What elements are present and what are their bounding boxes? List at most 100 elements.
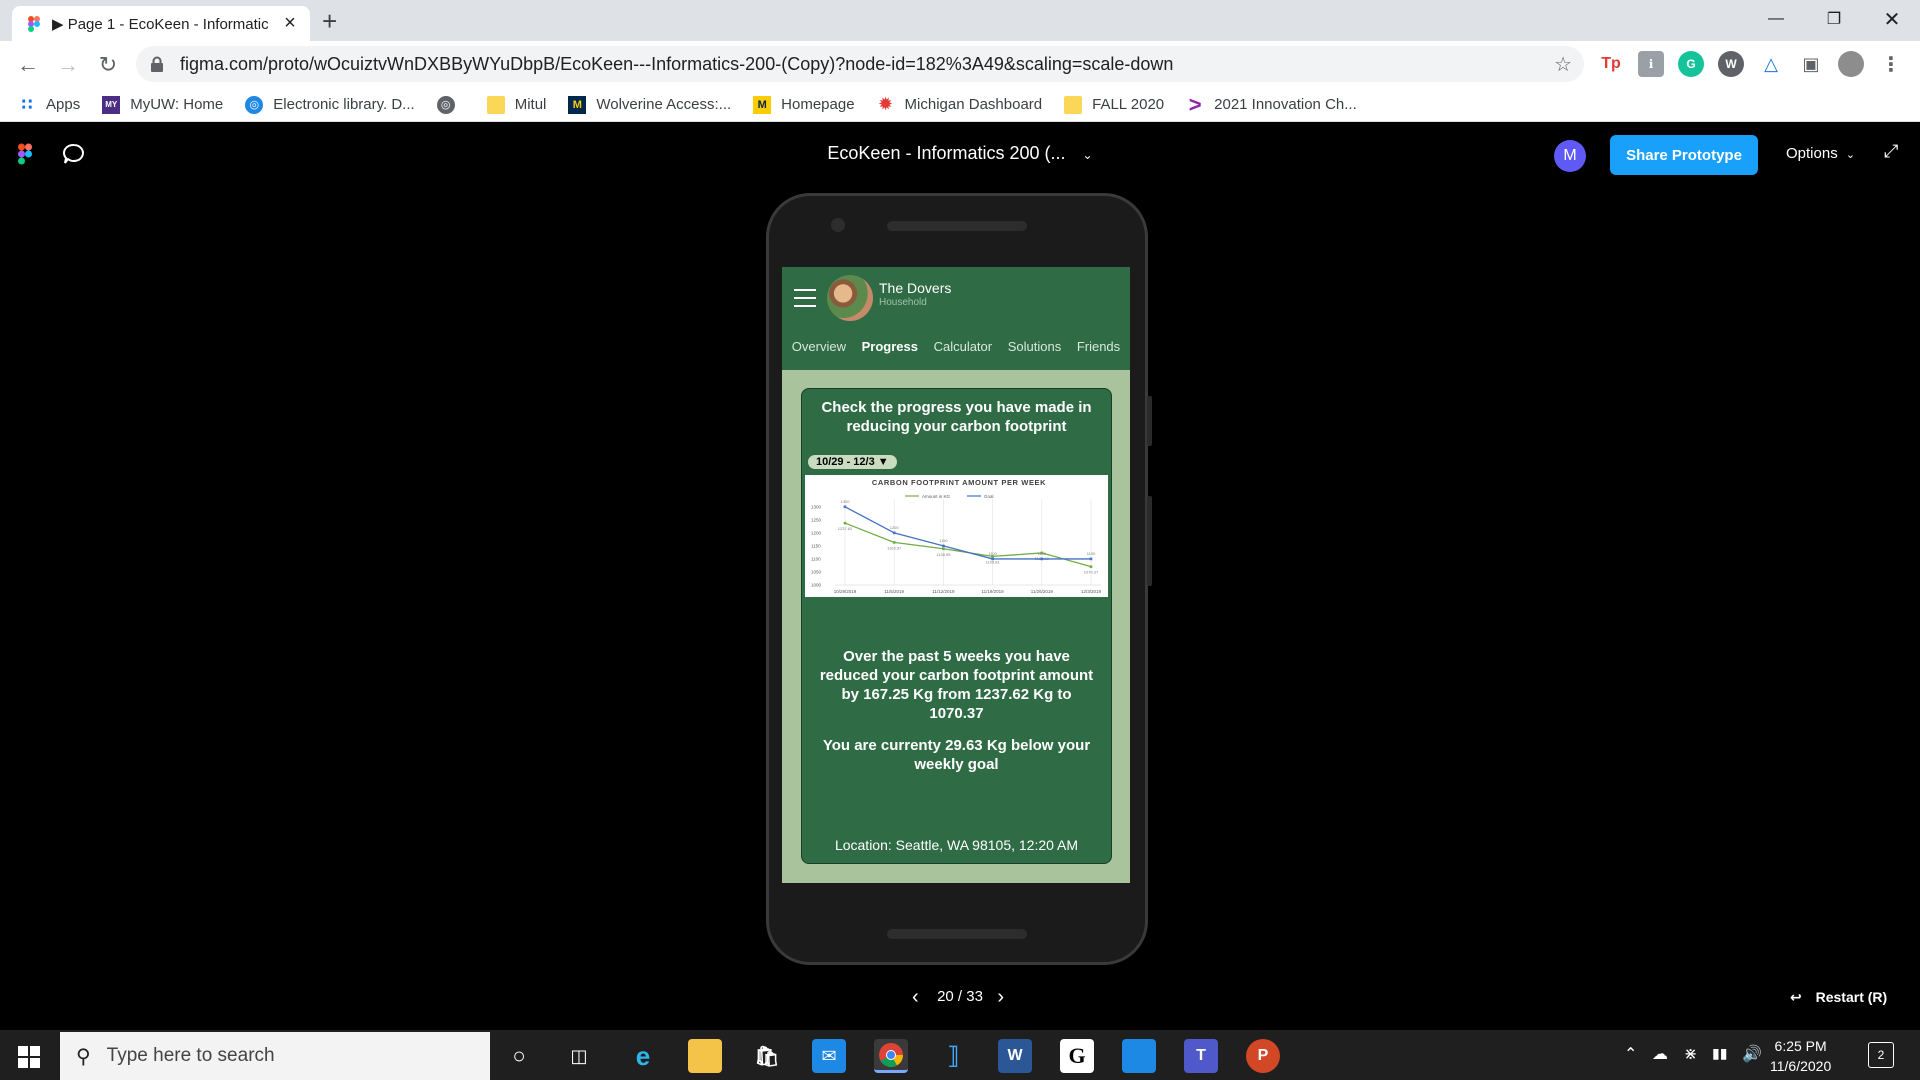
y-tick-label: 1200	[811, 530, 822, 535]
bookmark-mitul[interactable]: Mitul	[486, 95, 546, 114]
carbon-chart-svg: CARBON FOOTPRINT AMOUNT PER WEEK Amount …	[811, 478, 1102, 594]
tab-friends[interactable]: Friends	[1077, 339, 1120, 354]
bookmark-myuw[interactable]: MY MyUW: Home	[102, 95, 223, 114]
options-menu[interactable]: Options ⌄	[1786, 145, 1855, 162]
restore-icon[interactable]: ❐	[1806, 0, 1862, 38]
close-window-icon[interactable]: ✕	[1864, 0, 1920, 38]
wifi-icon[interactable]: ⋇	[1684, 1044, 1697, 1064]
extensions-puzzle-icon[interactable]: ▣	[1798, 51, 1824, 77]
store-icon[interactable]: 🛍	[750, 1039, 784, 1073]
y-tick-label: 1250	[811, 517, 822, 522]
fullscreen-icon[interactable]: ⤢	[1884, 141, 1898, 162]
gear-red-icon: ✹	[878, 94, 894, 114]
battery-icon[interactable]: ▮▮	[1712, 1045, 1727, 1062]
word-icon[interactable]: W	[998, 1039, 1032, 1073]
tab-close-icon[interactable]: ×	[280, 12, 300, 35]
drive-extension-icon[interactable]: △	[1758, 51, 1784, 77]
bookmark-electronic-library[interactable]: ◎ Electronic library. D...	[245, 95, 415, 114]
edge-icon[interactable]: e	[626, 1039, 660, 1073]
tray-chevron-icon[interactable]: ⌃	[1624, 1044, 1637, 1064]
figma-toolbar: EcoKeen - Informatics 200 (... ⌄ M Share…	[0, 123, 1920, 185]
bookmark-wolverine-access[interactable]: M Wolverine Access:...	[568, 95, 731, 114]
cortana-icon[interactable]: ○	[502, 1039, 536, 1073]
chart-x-ticks: 10/29/2019 11/5/2019 11/12/2019 11/19/2019 1…	[834, 589, 1102, 594]
x-tick-label: 12/3/2019	[1081, 589, 1102, 594]
powerpoint-icon[interactable]: P	[1246, 1039, 1280, 1073]
app-screen: The Dovers Household Overview Progress C…	[782, 267, 1130, 883]
mail-icon[interactable]: ✉	[812, 1039, 846, 1073]
grammarly-app-icon[interactable]: G	[1060, 1039, 1094, 1073]
date-range-dropdown[interactable]: 10/29 - 12/3 ▼	[808, 455, 897, 469]
lock-icon	[151, 56, 163, 72]
restart-button[interactable]: ↩ Restart (R)	[1790, 989, 1887, 1006]
bookmark-fall-2020[interactable]: FALL 2020	[1064, 95, 1164, 114]
tab-solutions[interactable]: Solutions	[1008, 339, 1061, 354]
data-label: 1300	[841, 499, 851, 504]
grammarly-icon[interactable]: G	[1678, 51, 1704, 77]
onedrive-icon[interactable]: ☁	[1652, 1044, 1668, 1064]
user-avatar[interactable]: M	[1554, 140, 1586, 172]
data-label: 1100	[988, 551, 997, 556]
data-label: 1100	[1037, 551, 1046, 556]
forward-icon[interactable]: →	[52, 49, 84, 81]
file-explorer-icon[interactable]	[688, 1039, 722, 1073]
data-point	[1040, 557, 1044, 561]
new-tab-icon[interactable]: +	[322, 6, 337, 37]
back-icon[interactable]: ←	[12, 49, 44, 81]
chrome-menu-icon[interactable]: ⋮	[1878, 51, 1904, 77]
tp-extension-icon[interactable]: Tp	[1598, 51, 1624, 77]
windows-start-icon[interactable]	[18, 1046, 40, 1068]
address-bar[interactable]: figma.com/proto/wOcuiztvWnDXBByWYuDbpB/E…	[136, 46, 1584, 82]
restart-icon: ↩	[1790, 989, 1802, 1005]
chart-y-ticks: 1000 1050 1100 1150 1200 1250 1300	[811, 504, 822, 587]
url-text: figma.com/proto/wOcuiztvWnDXBByWYuDbpB/E…	[180, 53, 1174, 74]
x-tick-label: 11/19/2019	[981, 589, 1004, 594]
phone-bottom-bar	[887, 929, 1027, 939]
speaker-grille	[887, 221, 1027, 231]
legend-label: Goal	[984, 494, 994, 499]
carbon-chart: CARBON FOOTPRINT AMOUNT PER WEEK Amount …	[805, 475, 1108, 597]
reload-icon[interactable]: ↻	[92, 49, 124, 81]
minimize-icon[interactable]: —	[1748, 0, 1804, 38]
notification-center-icon[interactable]: 2	[1868, 1042, 1894, 1068]
purple-chevron-icon: >	[1188, 91, 1202, 117]
bookmark-globe[interactable]: ◎	[436, 95, 465, 114]
bookmark-michigan-dashboard[interactable]: ✹ Michigan Dashboard	[877, 94, 1042, 114]
volume-icon[interactable]: 🔊	[1742, 1044, 1762, 1064]
chrome-icon[interactable]	[874, 1039, 908, 1073]
bookmark-homepage[interactable]: M Homepage	[753, 95, 855, 114]
x-tick-label: 11/12/2019	[932, 589, 955, 594]
vscode-icon[interactable]: ⟧	[936, 1039, 970, 1073]
extension-icon[interactable]: ℹ	[1638, 51, 1664, 77]
task-view-icon[interactable]: ◫	[562, 1039, 596, 1073]
y-tick-label: 1300	[811, 504, 822, 509]
data-label: 1150	[939, 538, 948, 543]
household-name: The Dovers	[879, 280, 952, 296]
chevron-down-icon: ⌄	[1845, 149, 1856, 161]
teams-icon[interactable]: T	[1184, 1039, 1218, 1073]
progress-card: Check the progress you have made in redu…	[801, 388, 1112, 864]
bookmark-star-icon[interactable]: ☆	[1554, 52, 1572, 77]
hamburger-menu-icon[interactable]	[794, 289, 816, 307]
tab-overview[interactable]: Overview	[792, 339, 846, 354]
tab-progress[interactable]: Progress	[862, 339, 918, 354]
profile-avatar[interactable]	[1838, 51, 1864, 77]
location-text: Location: Seattle, WA 98105, 12:20 AM	[834, 837, 1079, 853]
chevron-down-icon: ⌄	[1082, 148, 1093, 162]
y-tick-label: 1050	[811, 569, 822, 574]
window-app-icon[interactable]	[1122, 1039, 1156, 1073]
wordtune-icon[interactable]: W	[1718, 51, 1744, 77]
bookmark-apps[interactable]: ∷ Apps	[18, 96, 80, 114]
folder-icon	[1064, 95, 1083, 114]
share-prototype-button[interactable]: Share Prototype	[1610, 135, 1758, 175]
taskbar-clock[interactable]: 6:25 PM 11/6/2020	[1770, 1036, 1831, 1076]
tab-calculator[interactable]: Calculator	[934, 339, 993, 354]
taskbar-search[interactable]: ⚲ Type here to search	[60, 1032, 490, 1080]
household-avatar[interactable]	[827, 275, 873, 321]
previous-frame-icon[interactable]: ‹	[912, 986, 919, 1009]
data-label: 1200	[890, 525, 900, 530]
bookmark-innovation[interactable]: > 2021 Innovation Ch...	[1186, 91, 1357, 117]
browser-tab[interactable]: ▶ Page 1 - EcoKeen - Informatic ×	[12, 6, 310, 41]
phone-volume-button	[1147, 496, 1152, 586]
next-frame-icon[interactable]: ›	[997, 986, 1004, 1009]
